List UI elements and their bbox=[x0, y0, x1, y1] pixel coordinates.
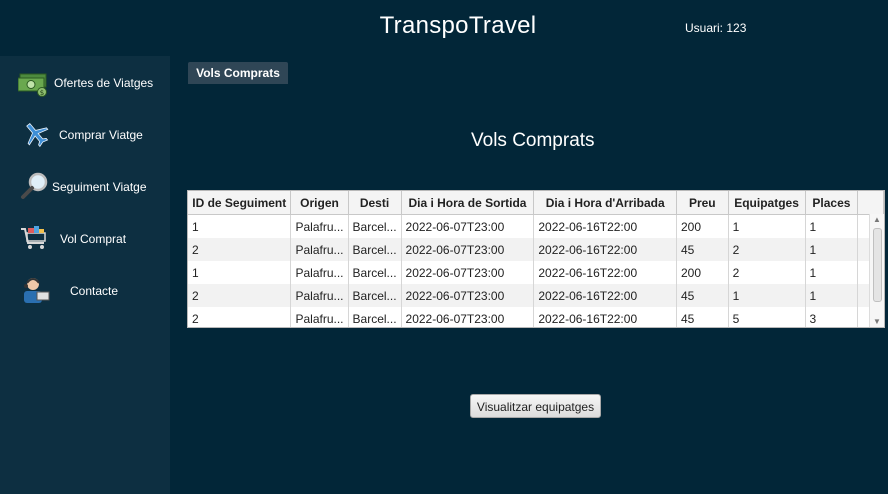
scrollbar-thumb[interactable] bbox=[873, 228, 882, 302]
sidebar-item-label: Comprar Viatge bbox=[59, 128, 143, 142]
scroll-up-arrow-icon[interactable]: ▲ bbox=[870, 215, 884, 224]
sidebar-item-ofertes[interactable]: $ Ofertes de Viatges bbox=[0, 64, 170, 104]
table-cell: 3 bbox=[805, 307, 859, 327]
column-header[interactable]: Origen bbox=[290, 191, 349, 215]
view-luggage-button[interactable]: Visualitzar equipatges bbox=[470, 394, 601, 418]
column-header[interactable]: Dia i Hora d'Arribada bbox=[533, 191, 677, 215]
table-cell: 2 bbox=[188, 284, 292, 307]
table-cell: 2 bbox=[188, 238, 292, 261]
table-cell: 1 bbox=[805, 261, 859, 284]
svg-text:$: $ bbox=[40, 89, 44, 97]
app-title: TranspoTravel bbox=[379, 12, 537, 39]
table-cell: 2022-06-16T22:00 bbox=[533, 284, 677, 307]
table-cell: 45 bbox=[676, 307, 729, 327]
magnifier-icon bbox=[21, 172, 48, 199]
table-cell: 1 bbox=[805, 284, 859, 307]
table-cell: 2022-06-16T22:00 bbox=[533, 214, 677, 238]
user-info: Usuari: 123 bbox=[685, 21, 747, 35]
table-cell: 2 bbox=[188, 307, 292, 327]
sidebar-item-label: Contacte bbox=[70, 284, 119, 298]
table-cell: 1 bbox=[805, 214, 859, 238]
table-cell: 2022-06-16T22:00 bbox=[533, 238, 677, 261]
table-row[interactable]: 2 Palafru... Barcel... 2022-06-07T23:00 … bbox=[188, 284, 884, 307]
table-row[interactable]: 1 Palafru... Barcel... 2022-06-07T23:00 … bbox=[188, 214, 884, 238]
table-cell: 200 bbox=[676, 214, 729, 238]
sidebar-item-vol-comprat[interactable]: Vol Comprat bbox=[0, 220, 170, 260]
sidebar-item-contacte[interactable]: Contacte bbox=[0, 272, 170, 312]
shopping-cart-icon bbox=[21, 226, 46, 249]
table-cell: Palafru... bbox=[290, 261, 349, 284]
column-header[interactable]: ID de Seguiment bbox=[188, 191, 292, 215]
table-cell: Palafru... bbox=[290, 284, 349, 307]
table-cell: 2022-06-07T23:00 bbox=[401, 307, 535, 327]
column-header[interactable]: Desti bbox=[348, 191, 402, 215]
table-cell: Barcel... bbox=[348, 284, 402, 307]
table-cell: 2 bbox=[728, 238, 806, 261]
table-row[interactable]: 2 Palafru... Barcel... 2022-06-07T23:00 … bbox=[188, 238, 884, 261]
table-cell: 45 bbox=[676, 284, 729, 307]
table-cell: Palafru... bbox=[290, 238, 349, 261]
scroll-down-arrow-icon[interactable]: ▼ bbox=[870, 317, 884, 326]
column-header[interactable]: Places bbox=[805, 191, 859, 215]
table-cell: 200 bbox=[676, 261, 729, 284]
sidebar-item-seguiment[interactable]: Seguiment Viatge bbox=[0, 168, 170, 208]
table-cell: 2022-06-16T22:00 bbox=[533, 261, 677, 284]
column-header-filler bbox=[857, 191, 884, 215]
table-cell: 1 bbox=[728, 214, 806, 238]
page-title: Vols Comprats bbox=[471, 130, 595, 151]
table-cell: Barcel... bbox=[348, 307, 402, 327]
table-header-row: ID de Seguiment Origen Desti Dia i Hora … bbox=[188, 191, 884, 215]
table-cell: 2022-06-07T23:00 bbox=[401, 214, 535, 238]
sidebar: $ Ofertes de Viatges Comprar Viatge Segu… bbox=[0, 56, 170, 494]
table-cell: 2022-06-16T22:00 bbox=[533, 307, 677, 327]
table-cell: 2022-06-07T23:00 bbox=[401, 238, 535, 261]
table-cell: Barcel... bbox=[348, 261, 402, 284]
sidebar-item-label: Vol Comprat bbox=[60, 232, 127, 246]
airplane-icon bbox=[26, 122, 49, 148]
flights-table: ID de Seguiment Origen Desti Dia i Hora … bbox=[187, 190, 885, 328]
table-cell: 5 bbox=[728, 307, 806, 327]
sidebar-item-comprar[interactable]: Comprar Viatge bbox=[0, 116, 170, 156]
table-vertical-scrollbar[interactable]: ▲ ▼ bbox=[869, 214, 884, 327]
money-icon: $ bbox=[18, 73, 47, 97]
column-header[interactable]: Dia i Hora de Sortida bbox=[401, 191, 535, 215]
tab-vols-comprats[interactable]: Vols Comprats bbox=[188, 62, 288, 84]
column-header[interactable]: Equipatges bbox=[728, 191, 806, 215]
table-cell: 2022-06-07T23:00 bbox=[401, 261, 535, 284]
table-cell: Palafru... bbox=[290, 214, 349, 238]
support-agent-icon bbox=[24, 278, 50, 303]
column-header[interactable]: Preu bbox=[676, 191, 729, 215]
table-cell: 2 bbox=[728, 261, 806, 284]
table-cell: 1 bbox=[728, 284, 806, 307]
table-cell: 1 bbox=[188, 214, 292, 238]
table-cell: Barcel... bbox=[348, 214, 402, 238]
sidebar-item-label: Seguiment Viatge bbox=[52, 180, 147, 194]
header-bar: TranspoTravel Usuari: 123 bbox=[0, 0, 888, 56]
sidebar-item-label: Ofertes de Viatges bbox=[54, 76, 154, 90]
table-cell: 2022-06-07T23:00 bbox=[401, 284, 535, 307]
table-row[interactable]: 1 Palafru... Barcel... 2022-06-07T23:00 … bbox=[188, 261, 884, 284]
table-cell: Barcel... bbox=[348, 238, 402, 261]
table-cell: 1 bbox=[805, 238, 859, 261]
table-cell: Palafru... bbox=[290, 307, 349, 327]
table-cell: 1 bbox=[188, 261, 292, 284]
table-row[interactable]: 2 Palafru... Barcel... 2022-06-07T23:00 … bbox=[188, 307, 884, 327]
table-cell: 45 bbox=[676, 238, 729, 261]
